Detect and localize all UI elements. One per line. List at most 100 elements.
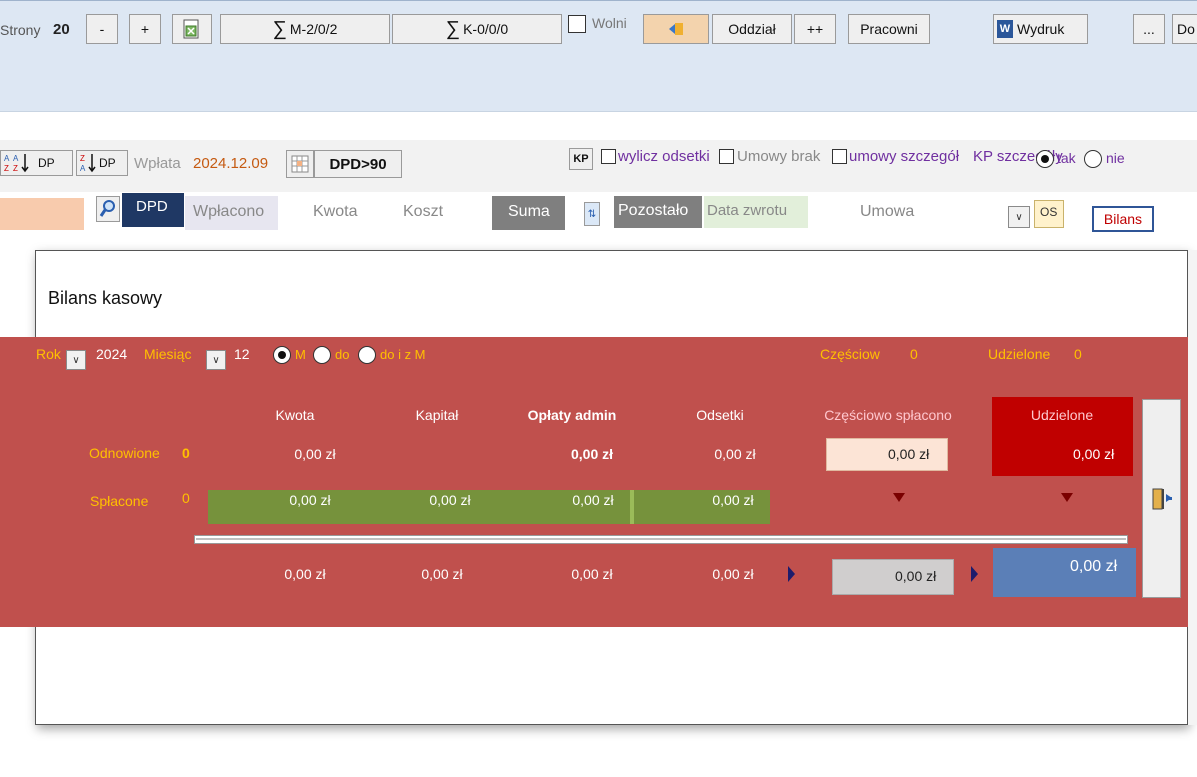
splacone-kwota: 0,00 zł [289, 492, 331, 508]
arrow-left-button[interactable] [643, 14, 709, 44]
search-button[interactable] [96, 196, 120, 222]
sort-column-button[interactable]: ⇅ [584, 202, 600, 226]
total-udzielone: 0,00 zł [1070, 558, 1118, 575]
radio-m[interactable] [273, 346, 291, 364]
wylicz-odsetki-label: wylicz odsetki [618, 148, 710, 165]
udzielone-value: 0 [1074, 346, 1082, 362]
total-arrow-right-2 [971, 566, 978, 582]
svg-text:Z: Z [4, 164, 9, 173]
miesiac-dropdown[interactable]: ∨ [206, 350, 226, 370]
udzielone-arrow-down [1061, 493, 1073, 502]
rok-label: Rok [36, 346, 61, 362]
word-icon: W [997, 20, 1013, 38]
nie-radio[interactable] [1084, 150, 1102, 168]
radio-do-label: do [335, 347, 350, 362]
column-koszt-label[interactable]: Koszt [403, 203, 443, 221]
column-wplacono-label: Wpłacono [193, 203, 265, 220]
column-umowa-label[interactable]: Umowa [860, 203, 914, 221]
wydruk-button[interactable]: W Wydruk [993, 14, 1088, 44]
odnowione-czesciowo-box [826, 438, 948, 471]
calendar-button[interactable] [286, 150, 314, 178]
sort-desc-button[interactable]: Z A DP [76, 150, 128, 176]
excel-export-icon [183, 19, 199, 39]
svg-text:Z: Z [13, 164, 18, 173]
more-button[interactable]: ... [1133, 14, 1165, 44]
radio-do[interactable] [313, 346, 331, 364]
header-odsetki: Odsetki [696, 407, 744, 423]
excel-export-button[interactable] [172, 14, 212, 44]
odnowione-label: Odnowione [89, 445, 160, 461]
do-button[interactable]: Do [1172, 14, 1197, 44]
wolni-checkbox[interactable] [568, 15, 586, 33]
splacone-oplaty: 0,00 zł [572, 492, 614, 508]
sum-k-label: K-0/0/0 [463, 21, 509, 37]
czesciowo-arrow-down [893, 493, 905, 502]
svg-text:A: A [13, 154, 19, 163]
search-icon [99, 200, 115, 217]
total-odsetki: 0,00 zł [712, 566, 754, 582]
umowy-szczegol-label: umowy szczegół [849, 148, 960, 165]
wylicz-odsetki-checkbox[interactable] [601, 149, 616, 164]
sum-m-button[interactable]: ∑ M-2/0/2 [220, 14, 390, 44]
os-label: OS [1040, 205, 1058, 219]
miesiac-value[interactable]: 12 [234, 346, 250, 362]
rok-dropdown[interactable]: ∨ [66, 350, 86, 370]
umowa-dropdown[interactable]: ∨ [1008, 206, 1030, 228]
total-kwota: 0,00 zł [284, 566, 326, 582]
splacone-odsetki: 0,00 zł [712, 492, 754, 508]
umowy-brak-checkbox[interactable] [719, 149, 734, 164]
odnowione-count: 0 [182, 445, 190, 461]
wplata-date[interactable]: 2024.12.09 [193, 155, 268, 172]
strony-value: 20 [53, 21, 70, 38]
umowy-szczegol-checkbox[interactable] [832, 149, 847, 164]
radio-dot [278, 351, 286, 359]
wolni-label: Wolni [592, 15, 627, 31]
exit-button[interactable] [1142, 399, 1181, 598]
right-edge-strip [1188, 250, 1197, 725]
sort-icon: A Z A Z [4, 154, 29, 173]
miesiac-label: Miesiąc [144, 346, 192, 362]
sort-asc-button[interactable]: A Z A Z DP [0, 150, 73, 176]
oddzial-button[interactable]: Oddział [712, 14, 792, 44]
odnowione-kwota: 0,00 zł [294, 446, 336, 462]
total-czesciowo: 0,00 zł [895, 568, 937, 584]
column-kwota-label[interactable]: Kwota [313, 203, 357, 221]
radio-doizm-label: do i z M [380, 347, 426, 362]
column-pozostalo-label: Pozostało [618, 202, 689, 219]
sort-icon: Z A [80, 154, 96, 173]
plusplus-button[interactable]: ++ [794, 14, 836, 44]
radio-doizm[interactable] [358, 346, 376, 364]
odnowione-odsetki: 0,00 zł [714, 446, 756, 462]
pracowni-button[interactable]: Pracowni [848, 14, 930, 44]
dpd90-button[interactable]: DPD>90 [314, 150, 402, 178]
total-arrow-right [788, 566, 795, 582]
rok-value[interactable]: 2024 [96, 346, 127, 362]
minus-button[interactable]: - [86, 14, 118, 44]
plus-button[interactable]: + [129, 14, 161, 44]
radio-m-label: M [295, 347, 306, 362]
sum-k-button[interactable]: ∑ K-0/0/0 [392, 14, 562, 44]
door-exit-icon [1152, 488, 1172, 509]
svg-text:A: A [4, 154, 10, 163]
header-kwota: Kwota [275, 407, 315, 423]
wydruk-label: Wydruk [1017, 21, 1065, 37]
column-suma-label: Suma [508, 203, 550, 220]
header-udzielone: Udzielone [1030, 407, 1094, 423]
radio-dot [1041, 155, 1049, 163]
tak-radio[interactable] [1036, 150, 1054, 168]
svg-text:A: A [80, 164, 86, 173]
bilans-button[interactable]: Bilans [1092, 206, 1154, 232]
dp-label: DP [38, 156, 55, 170]
splacone-label: Spłacone [90, 493, 149, 509]
sigma-icon: ∑ [445, 17, 461, 40]
bilans-panel-left-edge [0, 337, 36, 627]
dp-label: DP [99, 156, 116, 170]
back-arrow-icon [669, 23, 683, 35]
svg-text:Z: Z [80, 154, 85, 163]
odnowione-udzielone: 0,00 zł [1073, 446, 1115, 462]
sum-m-label: M-2/0/2 [289, 21, 338, 37]
splacone-divider [630, 490, 634, 524]
column-header-bg [0, 198, 84, 230]
umowy-brak-label: Umowy brak [737, 148, 821, 165]
kp-button[interactable]: KP [569, 148, 593, 170]
